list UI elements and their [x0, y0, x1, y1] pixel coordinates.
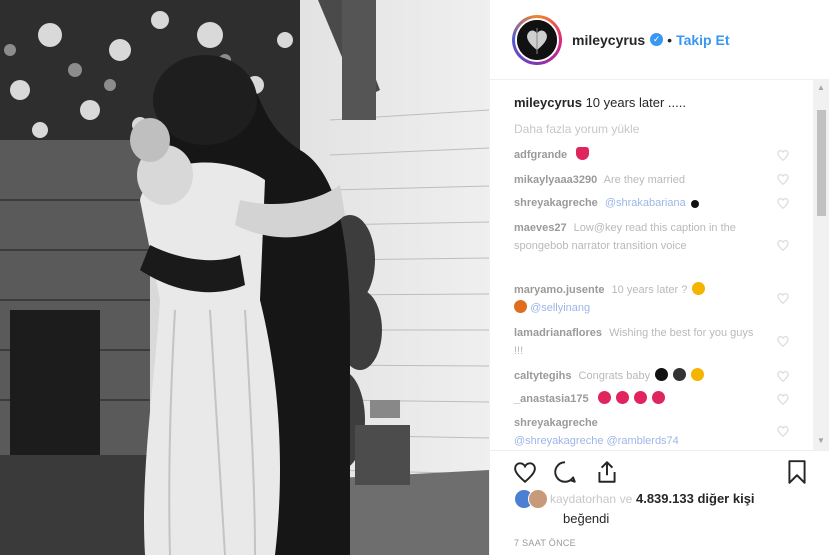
likes-suffix[interactable]: diğer kişi — [697, 491, 754, 506]
comment-like-heart-icon[interactable] — [776, 392, 790, 406]
heart-emoji-icon — [597, 391, 611, 404]
comment-like-heart-icon[interactable] — [776, 334, 790, 348]
comment-text: Congrats baby — [578, 370, 651, 382]
heart-emoji-icon — [651, 391, 665, 404]
likes-count[interactable]: 4.839.133 — [636, 491, 694, 506]
comment-like-heart-icon[interactable] — [776, 291, 790, 305]
comment-like-heart-icon[interactable] — [776, 238, 790, 252]
header-username[interactable]: mileycyrus — [572, 32, 645, 48]
post-header: mileycyrus ✓ • Takip Et — [490, 0, 829, 80]
post-side-panel: mileycyrus ✓ • Takip Et mileycyrus 10 ye… — [489, 0, 829, 555]
follow-button[interactable]: Takip Et — [676, 32, 729, 48]
comment-like-heart-icon[interactable] — [776, 369, 790, 383]
comment-username[interactable]: mikaylyaaa3290 — [514, 174, 597, 186]
post-photo[interactable] — [0, 0, 489, 555]
liked-label: beğendi — [563, 511, 610, 526]
avatar-image — [517, 19, 557, 60]
laughing-emoji-icon — [692, 282, 706, 295]
comment-username[interactable]: caltytegihs — [514, 370, 571, 382]
caption: mileycyrus 10 years later ..... — [514, 95, 686, 110]
likes-and-word: ve — [619, 492, 633, 506]
avatar[interactable] — [515, 17, 559, 62]
comment-like-heart-icon[interactable] — [776, 196, 790, 210]
action-bar — [490, 450, 829, 490]
comment-like-heart-icon[interactable] — [776, 424, 790, 438]
separator-dot: • — [667, 31, 673, 48]
list-item: adfgrande — [514, 146, 764, 164]
comment-like-heart-icon[interactable] — [776, 148, 790, 162]
story-ring[interactable] — [512, 14, 562, 65]
list-item: maeves27 Low@key read this caption in th… — [514, 219, 764, 255]
face-emoji-icon — [514, 300, 527, 313]
comment-username[interactable]: shreyakagreche — [514, 197, 598, 209]
comments-list[interactable]: mileycyrus 10 years later ..... Daha faz… — [490, 80, 829, 450]
comment-username[interactable]: maeves27 — [514, 222, 567, 234]
heart-emoji-icon — [615, 391, 629, 404]
load-more-comments-button[interactable]: Daha fazla yorum yükle — [514, 122, 639, 136]
comment-username[interactable]: _anastasia175 — [514, 393, 589, 405]
verified-badge-icon: ✓ — [650, 33, 664, 46]
comment-text: Are they married — [603, 174, 685, 186]
list-item: _anastasia175 — [514, 390, 764, 408]
comment-username[interactable]: maryamo.jusente — [514, 284, 604, 296]
bookmark-icon[interactable] — [784, 459, 810, 485]
list-item: caltytegihs Congrats baby — [514, 367, 764, 385]
comment-mention[interactable]: @sellyinang — [530, 302, 590, 314]
heart-icon[interactable] — [512, 459, 538, 485]
heart-emoji-icon — [633, 391, 647, 404]
liker-avatars[interactable] — [514, 489, 550, 509]
comment-username[interactable]: lamadrianaflores — [514, 327, 602, 339]
heart-emoji-icon — [576, 147, 590, 160]
comment-username[interactable]: adfgrande — [514, 149, 567, 161]
list-item: maryamo.jusente 10 years later ? @sellyi… — [514, 281, 764, 317]
comment-icon[interactable] — [552, 459, 578, 485]
caption-text: 10 years later ..... — [585, 95, 686, 110]
comment-text: 10 years later ? — [611, 284, 688, 296]
list-item: shreyakagreche @shreyakagreche @ramblerd… — [514, 414, 764, 450]
post-timestamp[interactable]: 7 SAAT ÖNCE — [514, 538, 576, 548]
likes-summary: kaydatorhan ve 4.839.133 diğer kişi — [514, 489, 755, 509]
liker-avatar[interactable] — [528, 489, 548, 509]
scroll-up-icon[interactable]: ▲ — [817, 83, 825, 92]
comment-mention[interactable]: @shrakabariana — [605, 197, 686, 209]
comments-scrollbar[interactable]: ▲ ▼ — [813, 80, 829, 450]
share-icon[interactable] — [594, 459, 620, 485]
comment-username[interactable]: shreyakagreche — [514, 417, 598, 429]
face-emoji-icon — [673, 368, 687, 381]
list-item: mikaylyaaa3290 Are they married — [514, 171, 764, 189]
scroll-down-icon[interactable]: ▼ — [817, 436, 825, 445]
heart-black-emoji-icon — [690, 200, 699, 208]
list-item: lamadrianaflores Wishing the best for yo… — [514, 324, 764, 360]
scrollbar-thumb[interactable] — [817, 110, 826, 216]
caption-username[interactable]: mileycyrus — [514, 95, 582, 110]
party-emoji-icon — [691, 368, 705, 381]
list-item: shreyakagreche @shrakabariana — [514, 194, 764, 212]
comment-like-heart-icon[interactable] — [776, 172, 790, 186]
liker-username[interactable]: kaydatorhan — [550, 492, 616, 506]
black-heart-emoji-icon — [655, 368, 669, 381]
comment-mention[interactable]: @shreyakagreche @ramblerds74 — [514, 435, 679, 447]
wedding-photo-illustration — [0, 0, 489, 555]
